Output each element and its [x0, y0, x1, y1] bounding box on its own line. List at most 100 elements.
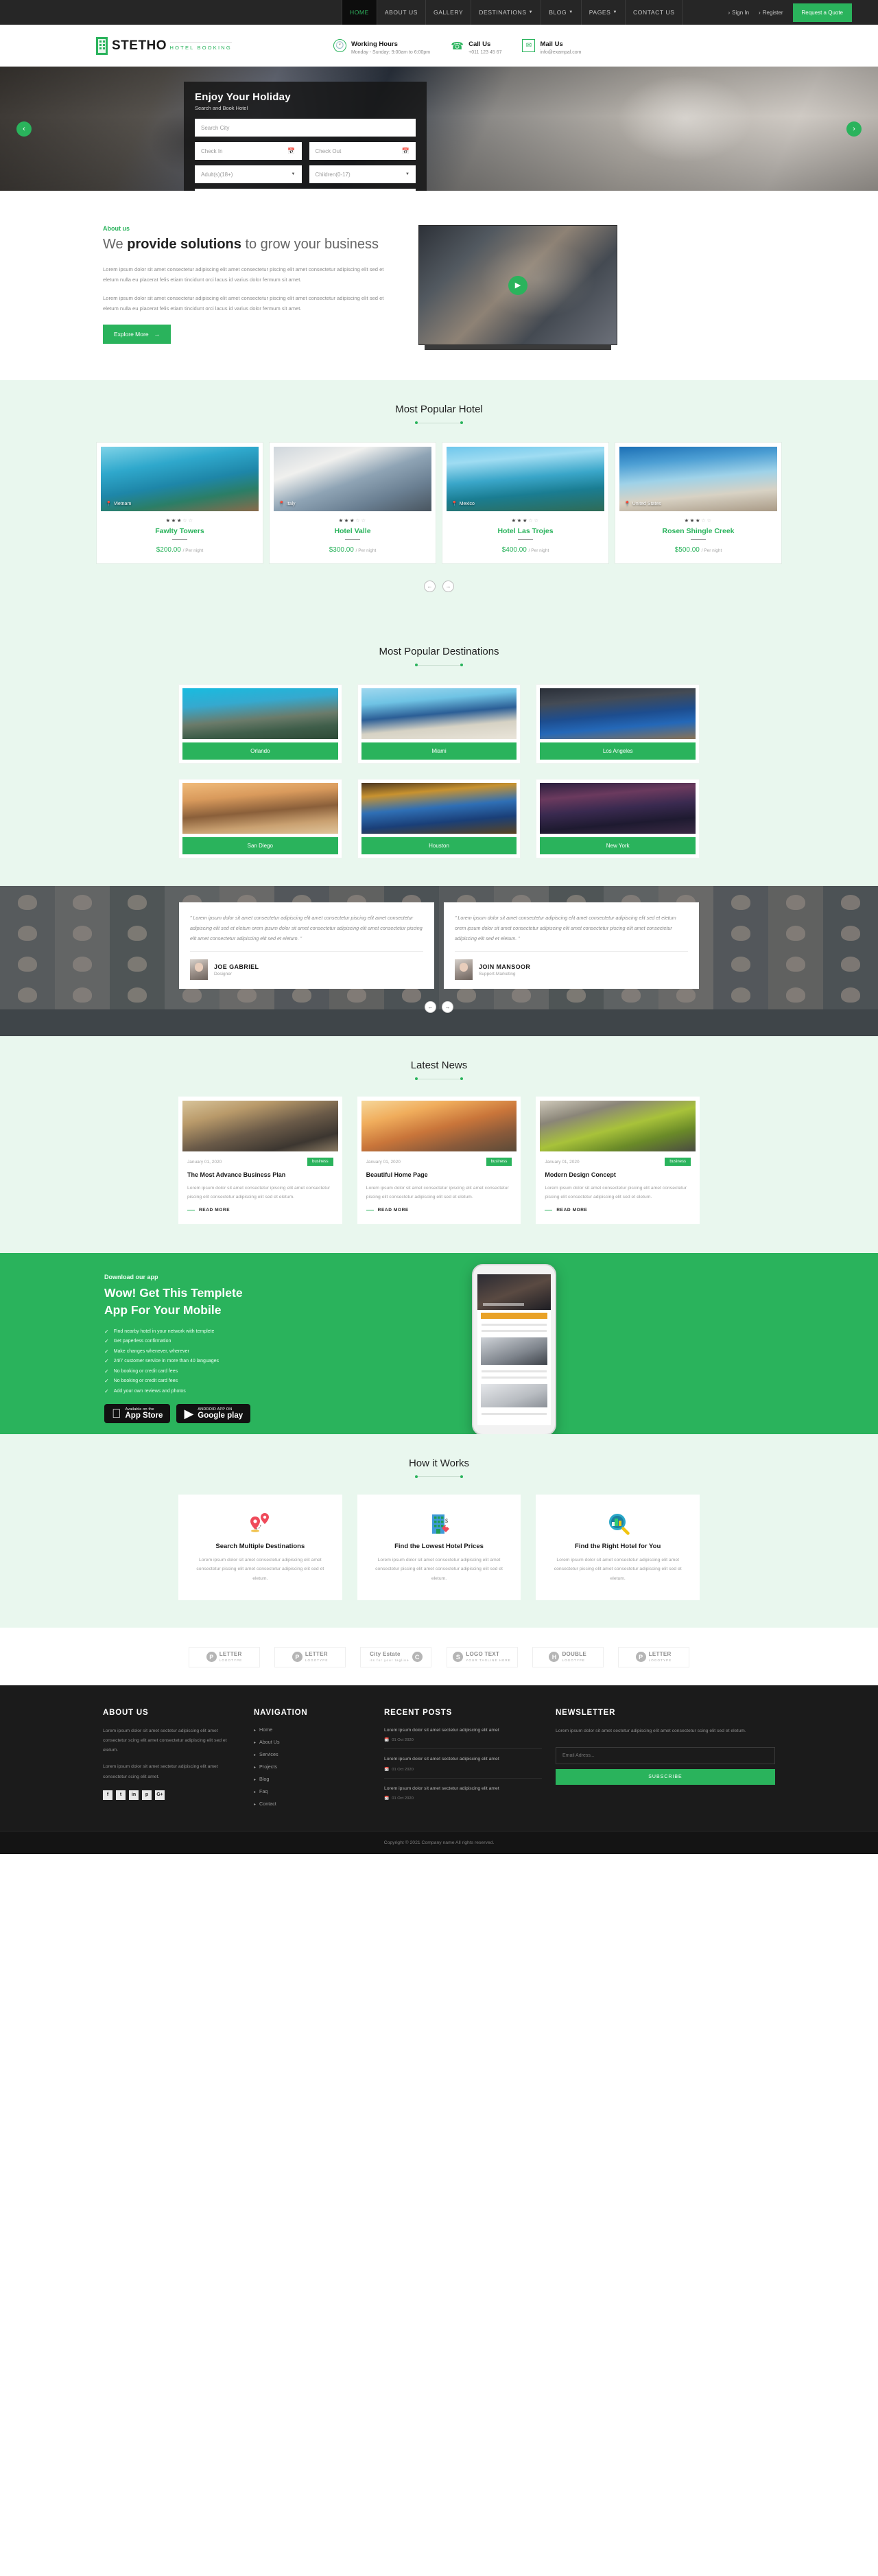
testimonial-next-button[interactable]: → [442, 1001, 453, 1014]
search-city-input[interactable]: Search City [195, 119, 416, 137]
app-heading-line2: App For Your Mobile [104, 1303, 222, 1318]
price-value: $500.00 [674, 546, 700, 554]
hotel-name[interactable]: Fawlty Towers [101, 527, 259, 535]
nav-item-home[interactable]: HOME [341, 0, 377, 25]
destination-card[interactable]: Miami [357, 684, 521, 764]
newsletter-email-input[interactable] [556, 1746, 775, 1764]
footer-post-item[interactable]: Lorem ipsum dolor sit amet sectetur adip… [384, 1726, 542, 1750]
destination-image [182, 783, 338, 834]
footer-newsletter-column: NEWSLETTER Lorem ipsum dolor sit amet se… [556, 1709, 775, 1814]
hotel-card[interactable]: 📍 Mexico ★★★☆☆ Hotel Las Trojes $400.00 /… [442, 442, 609, 564]
destination-card[interactable]: Los Angeles [536, 684, 700, 764]
check-out-input[interactable]: Check Out 📅 [309, 142, 416, 160]
footer-link-faq[interactable]: Faq [254, 1788, 370, 1794]
destination-card[interactable]: Houston [357, 779, 521, 858]
check-in-input[interactable]: Check In 📅 [195, 142, 302, 160]
hero-next-button[interactable]: › [846, 121, 862, 137]
play-icon[interactable]: ▶ [508, 275, 527, 295]
hotel-prev-button[interactable]: ← [424, 581, 436, 592]
read-more-link[interactable]: READ MORE [366, 1208, 512, 1213]
testimonial-role: Designer [214, 971, 233, 976]
pinterest-icon[interactable]: p [142, 1790, 152, 1800]
explore-more-label: Explore More [114, 331, 149, 338]
app-store-button[interactable]:  Available on the App Store [104, 1403, 171, 1423]
read-more-link[interactable]: READ MORE [545, 1208, 691, 1213]
hotel-name[interactable]: Rosen Shingle Creek [619, 527, 777, 535]
rooms-select[interactable]: Rooms ▼ [195, 189, 416, 191]
hotel-price: $400.00 / Per night [447, 546, 604, 554]
nav-label: DESTINATIONS [479, 9, 527, 16]
news-card[interactable]: January 01, 2020 business The Most Advan… [178, 1097, 342, 1225]
footer-link-blog[interactable]: Blog [254, 1776, 370, 1782]
linkedin-icon[interactable]: in [129, 1790, 139, 1800]
video-thumbnail[interactable]: ▶ [418, 225, 617, 345]
magnifier-hotel-icon [547, 1510, 689, 1540]
facebook-icon[interactable]: f [103, 1790, 112, 1800]
subscribe-button[interactable]: SUBSCRIBE [556, 1768, 775, 1785]
google-plus-icon[interactable]: G+ [155, 1790, 165, 1800]
twitter-icon[interactable]: t [116, 1790, 126, 1800]
destination-name: Houston [361, 837, 517, 854]
footer-post-date-label: 01 Oct 2020 [392, 1767, 414, 1772]
hotel-next-button[interactable]: → [442, 581, 454, 592]
site-logo[interactable]: STETHO HOTEL BOOKING [96, 36, 232, 55]
app-feature: ✓ Make changes whenever, wherever [104, 1348, 453, 1355]
footer-link-about-us[interactable]: About Us [254, 1739, 370, 1745]
nav-item-destinations[interactable]: DESTINATIONS ▼ [471, 0, 541, 25]
hotel-card[interactable]: 📍 United States ★★★☆☆ Rosen Shingle Creek… [615, 442, 782, 564]
hero-title: Enjoy Your Holiday [195, 91, 291, 103]
testimonial-prev-button[interactable]: ← [425, 1001, 436, 1014]
footer-recent-posts-column: RECENT POSTS Lorem ipsum dolor sit amet … [384, 1709, 542, 1814]
news-card[interactable]: January 01, 2020 business Modern Design … [536, 1097, 700, 1225]
footer-post-item[interactable]: Lorem ipsum dolor sit amet sectetur adip… [384, 1785, 542, 1807]
register-link[interactable]: Register [759, 10, 783, 16]
news-excerpt: Lorem ipsum dolor sit amet consectetur i… [187, 1185, 331, 1199]
nav-item-pages[interactable]: PAGES ▼ [580, 0, 625, 25]
news-title[interactable]: Modern Design Concept [545, 1171, 691, 1179]
news-category-badge[interactable]: business [665, 1158, 691, 1167]
nav-item-blog[interactable]: BLOG ▼ [541, 0, 581, 25]
news-category-badge[interactable]: business [307, 1158, 333, 1167]
app-feature: ✓ 24/7 customer service in more than 40 l… [104, 1358, 453, 1364]
footer-recent-heading: RECENT POSTS [384, 1708, 453, 1717]
request-a-quote-button[interactable]: Request a Quote [792, 3, 852, 22]
destination-card[interactable]: San Diego [178, 779, 342, 858]
footer-link-projects[interactable]: Projects [254, 1764, 370, 1770]
about-heading: We provide solutions to grow your busine… [103, 235, 391, 255]
news-title[interactable]: Beautiful Home Page [366, 1171, 512, 1179]
partner-name: DOUBLE [562, 1651, 587, 1658]
children-select[interactable]: Children(0-17) ▼ [309, 165, 416, 183]
app-feature: ✓ Find nearby hotel in your network with … [104, 1328, 453, 1335]
nav-item-contact-us[interactable]: CONTACT US [625, 0, 683, 25]
price-unit: / Per night [701, 548, 722, 553]
hotel-name[interactable]: Hotel Las Trojes [447, 527, 604, 535]
destination-card[interactable]: New York [536, 779, 700, 858]
hotel-image: 📍 Italy [274, 447, 431, 511]
top-navigation-bar: HOME ABOUT US GALLERY DESTINATIONS ▼ BLOG… [0, 0, 878, 25]
news-title[interactable]: The Most Advance Business Plan [187, 1171, 333, 1179]
nav-item-gallery[interactable]: GALLERY [425, 0, 471, 25]
news-category-badge[interactable]: business [486, 1158, 512, 1167]
footer-link-home[interactable]: Home [254, 1726, 370, 1733]
sign-in-link[interactable]: Sign In [728, 10, 749, 16]
footer-link-services[interactable]: Services [254, 1751, 370, 1757]
google-play-big-label: Google play [188, 1411, 243, 1420]
footer-post-date: 📅 01 Oct 2020 [384, 1768, 542, 1772]
footer-post-item[interactable]: Lorem ipsum dolor sit amet sectetur adip… [384, 1755, 542, 1779]
read-more-link[interactable]: READ MORE [187, 1208, 333, 1213]
hotel-card[interactable]: 📍 Vietnam ★★★☆☆ Fawlty Towers $200.00 / P… [96, 442, 263, 564]
footer-post-date: 📅 01 Oct 2020 [384, 1738, 542, 1742]
nav-item-about-us[interactable]: ABOUT US [376, 0, 425, 25]
video-stand [424, 345, 612, 350]
destination-card[interactable]: Orlando [178, 684, 342, 764]
google-play-button[interactable]: ▶ ANDROID APP ON Google play [176, 1403, 251, 1423]
hotel-card[interactable]: 📍 Italy ★★★☆☆ Hotel Valle $300.00 / Per n… [269, 442, 436, 564]
testimonial-carousel-nav: ← → [0, 1001, 878, 1014]
hotel-name[interactable]: Hotel Valle [274, 527, 431, 535]
news-card[interactable]: January 01, 2020 business Beautiful Home… [357, 1097, 521, 1225]
footer-link-contact[interactable]: Contact [254, 1801, 370, 1807]
destinations-section-title: Most Popular Destinations [379, 646, 499, 657]
hero-prev-button[interactable]: ‹ [16, 121, 32, 137]
adults-select[interactable]: Adult(s)(18+) ▼ [195, 165, 302, 183]
explore-more-button[interactable]: Explore More → [103, 325, 171, 344]
